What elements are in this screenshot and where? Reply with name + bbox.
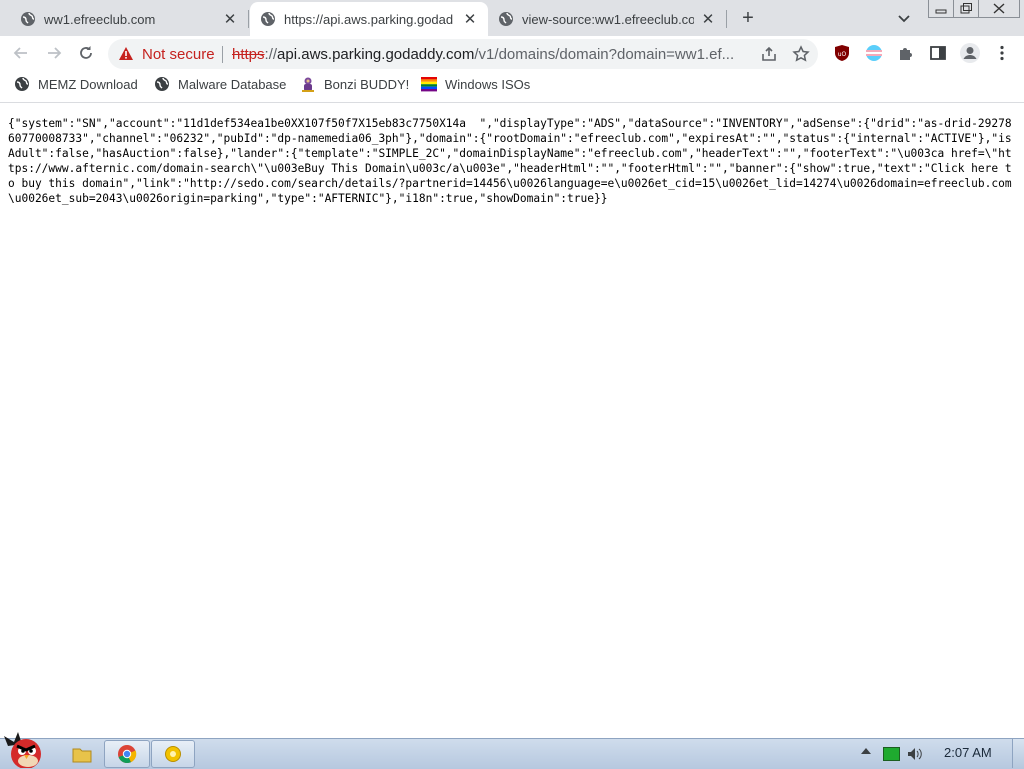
volume-icon[interactable]: [907, 747, 923, 761]
rainbow-flag-icon: [421, 77, 437, 92]
globe-icon: [15, 77, 29, 91]
menu-kebab-icon[interactable]: [993, 44, 1011, 62]
show-desktop-button[interactable]: [1012, 739, 1024, 768]
minimize-button[interactable]: [928, 0, 954, 18]
chrome-icon: [118, 745, 137, 763]
tab-divider: [248, 10, 249, 28]
taskbar-explorer[interactable]: [66, 740, 98, 768]
url-scheme: https: [232, 46, 265, 63]
bookmark-label: Windows ISOs: [445, 76, 531, 92]
taskbar-chrome[interactable]: [104, 740, 150, 768]
url-separator: ://: [264, 46, 278, 63]
tab-title: ww1.efreeclub.com: [44, 11, 156, 27]
chevron-down-icon[interactable]: [894, 8, 914, 28]
angry-bird-start-icon[interactable]: [2, 728, 54, 768]
tab-api-godaddy[interactable]: https://api.aws.parking.godad ✕: [250, 2, 488, 36]
new-tab-button[interactable]: +: [736, 6, 760, 30]
bookmark-bonzi-buddy[interactable]: Bonzi BUDDY!: [300, 76, 409, 92]
bookmark-malware-database[interactable]: Malware Database: [154, 76, 286, 92]
minimize-icon: [935, 9, 947, 13]
close-window-button[interactable]: [978, 0, 1020, 18]
side-panel-icon[interactable]: [929, 44, 947, 62]
json-response-text: {"system":"SN","account":"11d1def534ea1b…: [8, 117, 1012, 205]
globe-icon: [155, 77, 169, 91]
bookmarks-bar: MEMZ Download Malware Database Bonzi BUD…: [0, 70, 1024, 103]
globe-icon: [21, 12, 35, 26]
taskbar-app[interactable]: [151, 740, 195, 768]
tab-close-icon[interactable]: ✕: [462, 11, 478, 28]
tab-close-icon[interactable]: ✕: [222, 11, 238, 28]
omnibox-divider: [222, 46, 223, 63]
browser-toolbar: Not secure https://api.aws.parking.godad…: [0, 36, 1024, 70]
tab-title: https://api.aws.parking.godad: [284, 11, 454, 27]
tab-efreeclub[interactable]: ww1.efreeclub.com ✕: [0, 2, 248, 36]
globe-icon: [261, 12, 275, 26]
bookmark-label: Malware Database: [178, 76, 287, 92]
share-icon[interactable]: [760, 45, 778, 63]
bookmark-memz[interactable]: MEMZ Download: [14, 76, 138, 92]
bookmark-windows-isos[interactable]: Windows ISOs: [421, 76, 530, 92]
address-bar[interactable]: Not secure https://api.aws.parking.godad…: [108, 39, 818, 69]
not-secure-label[interactable]: Not secure: [142, 46, 215, 63]
folder-icon: [72, 748, 92, 763]
warning-icon[interactable]: [118, 46, 134, 62]
puzzle-icon[interactable]: [897, 44, 915, 62]
yellow-app-icon: [165, 746, 181, 762]
tab-close-icon[interactable]: ✕: [700, 11, 716, 28]
ublock-icon[interactable]: uO: [833, 44, 851, 62]
bookmark-star-icon[interactable]: [792, 45, 810, 63]
forward-button[interactable]: [42, 41, 66, 65]
arrow-right-icon: [48, 47, 62, 59]
arrow-left-icon: [13, 47, 27, 59]
bookmark-label: Bonzi BUDDY!: [324, 76, 410, 92]
profile-avatar-icon[interactable]: [959, 42, 981, 64]
close-icon: [993, 3, 1005, 14]
tab-view-source[interactable]: view-source:ww1.efreeclub.com ✕: [488, 2, 726, 36]
restore-icon: [960, 3, 972, 14]
globe-icon: [499, 12, 513, 26]
tab-title: view-source:ww1.efreeclub.com: [522, 11, 694, 27]
network-icon[interactable]: [883, 747, 900, 761]
bookmark-label: MEMZ Download: [38, 76, 138, 92]
url-host: api.aws.parking.godaddy.com: [277, 46, 475, 63]
flag-extension-icon[interactable]: [865, 44, 883, 62]
tray-expand-icon[interactable]: [861, 748, 871, 754]
reload-icon: [80, 46, 92, 59]
back-button[interactable]: [9, 41, 33, 65]
reload-button[interactable]: [74, 41, 98, 65]
svg-text:uO: uO: [838, 51, 847, 58]
tab-divider: [726, 10, 727, 28]
taskbar-clock[interactable]: 2:07 AM: [944, 745, 992, 760]
url-path: /v1/domains/domain?domain=ww1.ef...: [474, 46, 735, 63]
bonzi-icon: [302, 77, 314, 92]
url-text[interactable]: https://api.aws.parking.godaddy.com/v1/d…: [232, 46, 754, 63]
restore-button[interactable]: [953, 0, 979, 18]
tab-strip: ww1.efreeclub.com ✕ https://api.aws.park…: [0, 0, 1024, 36]
